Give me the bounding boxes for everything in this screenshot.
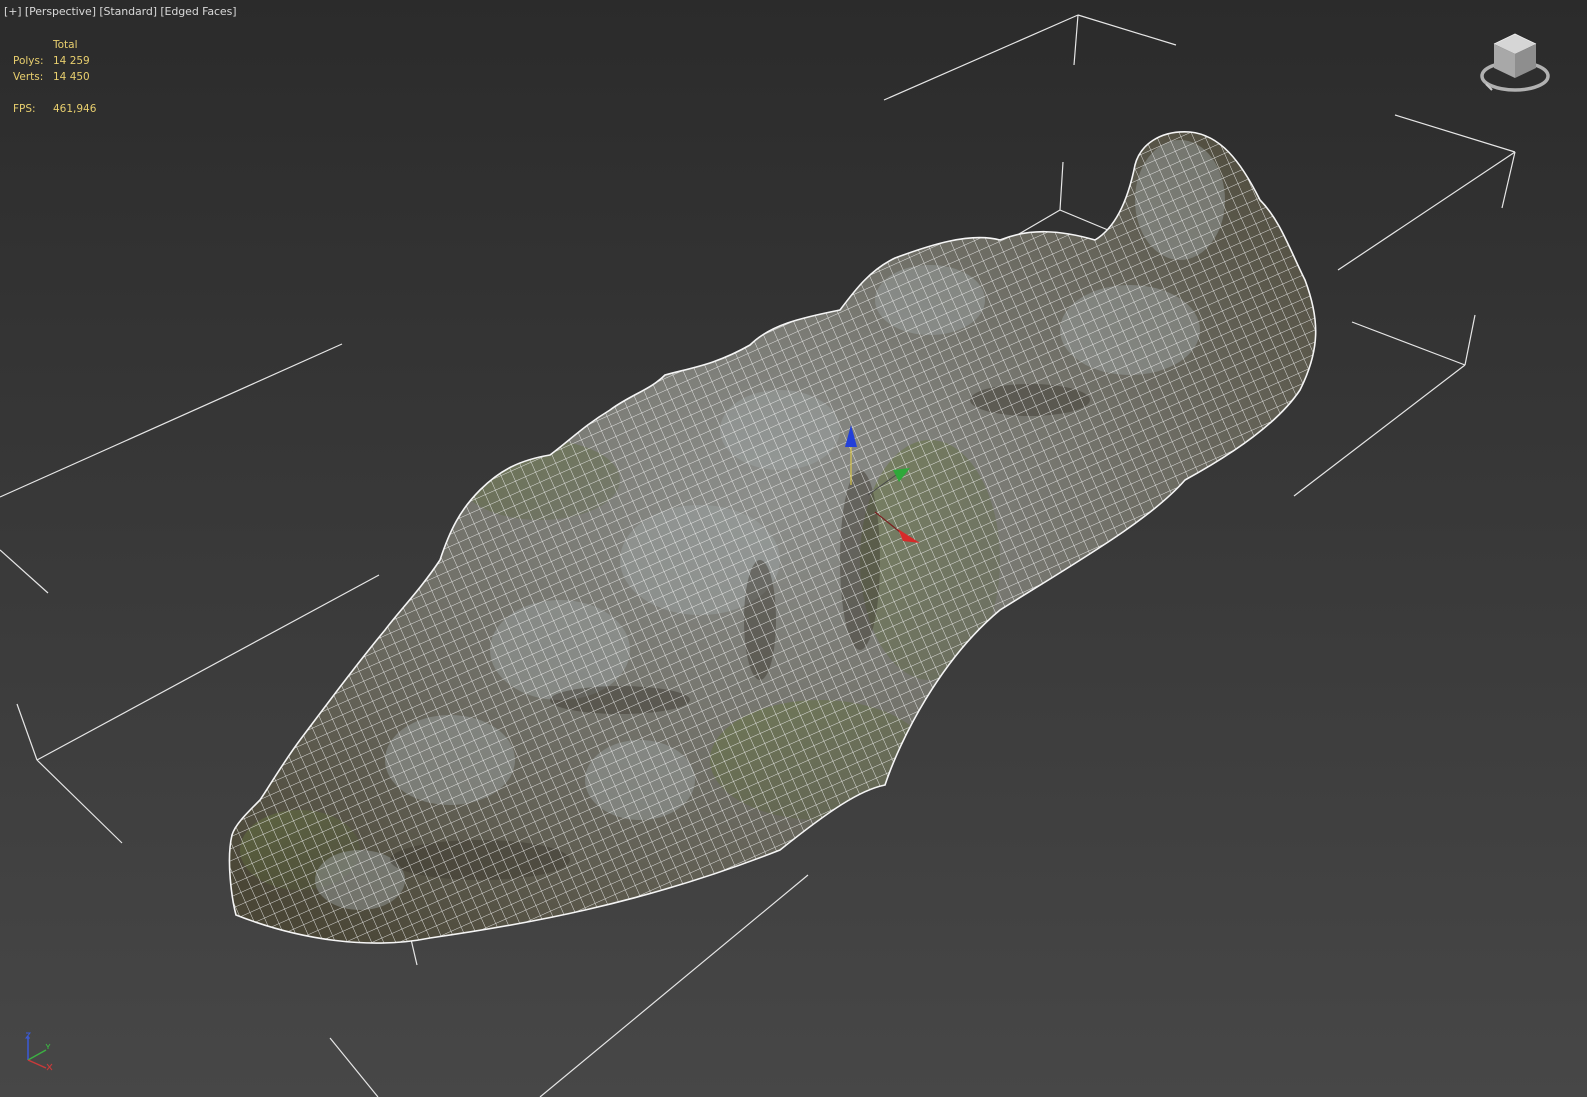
viewport-scene[interactable] (0, 0, 1587, 1097)
viewport-label-bar: [+] [Perspective] [Standard] [Edged Face… (4, 5, 237, 18)
rock-mesh (228, 131, 1317, 944)
fps-value: 461,946 (53, 103, 97, 115)
statistics-overlay: Total Polys: 14 259 Verts: 14 450 FPS: 4… (13, 37, 96, 117)
viewport-display-label[interactable]: [Edged Faces] (160, 5, 236, 18)
verts-value: 14 450 (53, 71, 90, 83)
stats-header: Total (53, 39, 78, 51)
viewport[interactable]: [+] [Perspective] [Standard] [Edged Face… (0, 0, 1587, 1097)
verts-label: Verts: (13, 71, 44, 83)
viewport-pov-label[interactable]: [Perspective] (25, 5, 96, 18)
fps-label: FPS: (13, 103, 36, 115)
polys-label: Polys: (13, 55, 44, 67)
viewport-menu-label[interactable]: [+] (4, 5, 22, 18)
viewcube-icon[interactable] (1478, 28, 1554, 96)
polys-value: 14 259 (53, 55, 90, 67)
viewport-shading-label[interactable]: [Standard] (99, 5, 157, 18)
axis-tripod-icon (24, 1032, 53, 1071)
